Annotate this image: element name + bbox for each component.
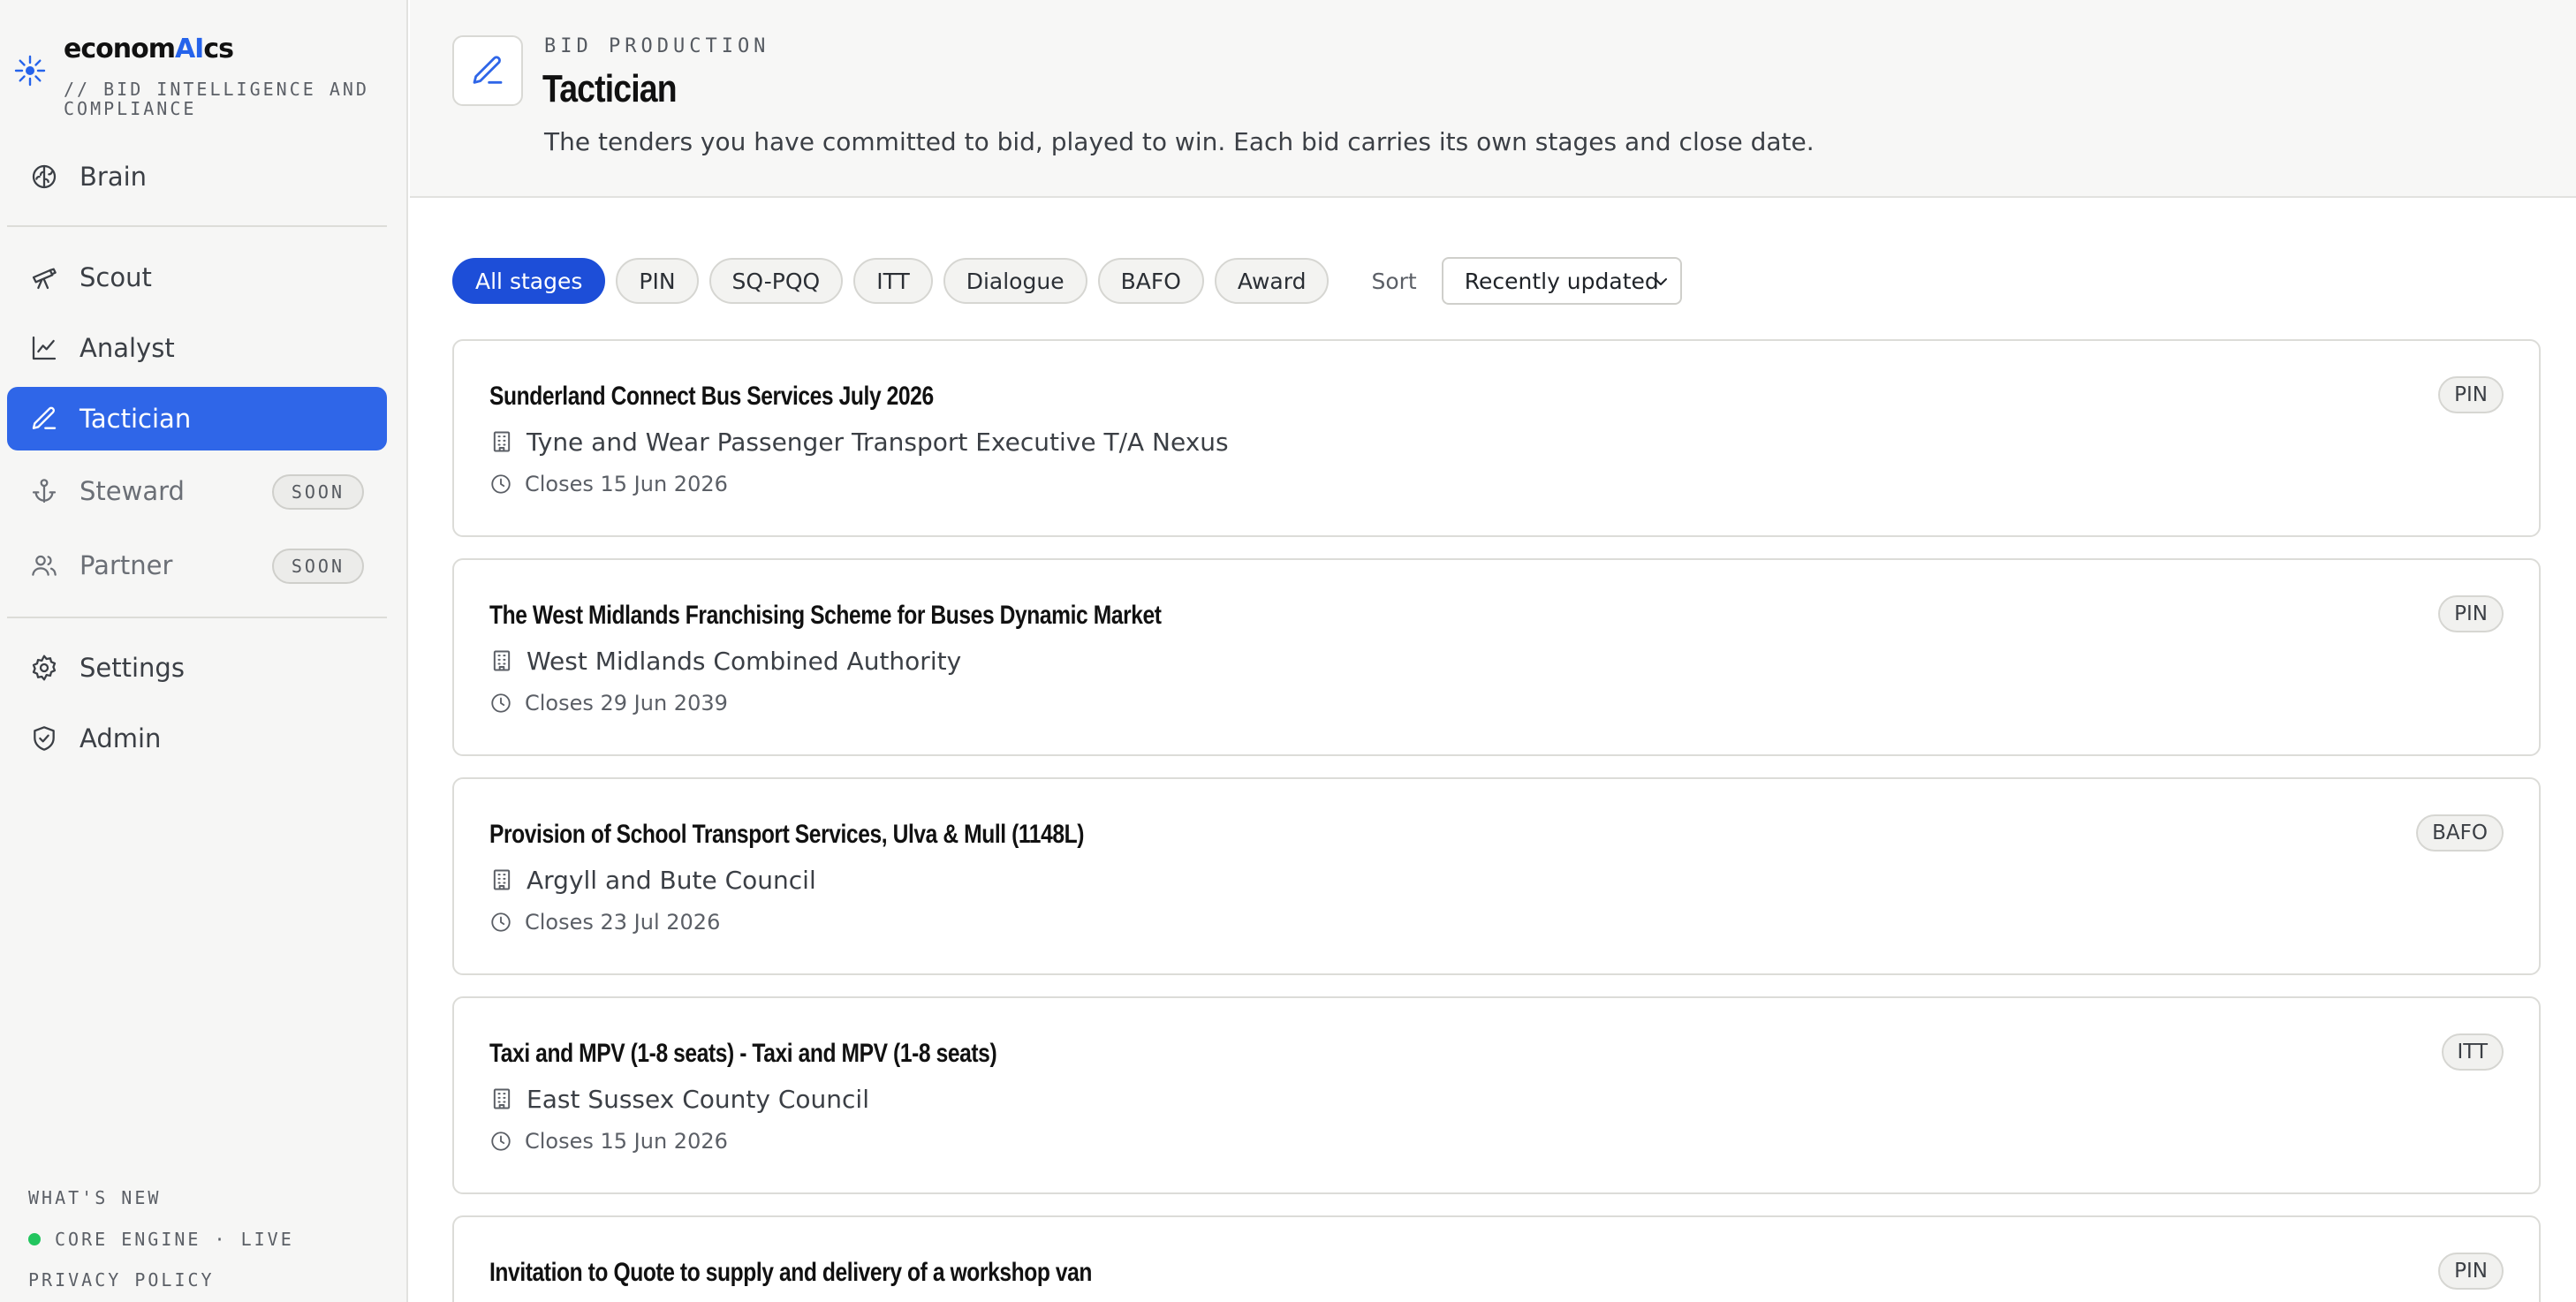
- bid-buyer: West Midlands Combined Authority: [489, 645, 961, 677]
- sidebar-item-settings[interactable]: Settings: [7, 636, 387, 700]
- bid-close-date: Closes 29 Jun 2039: [489, 689, 728, 717]
- brand-name: economAIcs: [64, 34, 234, 64]
- bid-card[interactable]: Provision of School Transport Services, …: [452, 777, 2541, 975]
- divider: [7, 617, 387, 618]
- bid-close-date: Closes 23 Jul 2026: [489, 908, 720, 936]
- page-header: BID PRODUCTION Tactician The tenders you…: [410, 0, 2576, 198]
- soon-badge: SOON: [271, 474, 364, 510]
- stage-filter-bar: All stages PIN SQ-PQQ ITT Dialogue BAFO …: [452, 256, 1682, 306]
- soon-badge: SOON: [271, 549, 364, 584]
- sidebar-item-partner[interactable]: Partner SOON: [7, 534, 387, 597]
- sidebar-item-label: Analyst: [80, 333, 175, 363]
- bid-card[interactable]: Sunderland Connect Bus Services July 202…: [452, 339, 2541, 537]
- sidebar-item-steward[interactable]: Steward SOON: [7, 459, 387, 523]
- privacy-policy-link[interactable]: PRIVACY POLICY: [28, 1269, 215, 1291]
- clock-icon: [491, 912, 511, 932]
- sidebar-item-label: Steward: [80, 476, 185, 506]
- sidebar-item-label: Settings: [80, 653, 185, 683]
- bid-card[interactable]: Taxi and MPV (1-8 seats) - Taxi and MPV …: [452, 996, 2541, 1194]
- sidebar-item-tactician[interactable]: Tactician: [7, 387, 387, 450]
- whats-new-link[interactable]: WHAT'S NEW: [28, 1187, 161, 1208]
- brain-icon: [28, 161, 60, 193]
- filter-chip-pin[interactable]: PIN: [616, 258, 699, 304]
- sidebar-item-label: Scout: [80, 262, 152, 292]
- sidebar-item-brain[interactable]: Brain: [7, 145, 387, 208]
- bid-card[interactable]: The West Midlands Franchising Scheme for…: [452, 558, 2541, 756]
- filter-chip-award[interactable]: Award: [1214, 258, 1330, 304]
- engine-status: CORE ENGINE · LIVE: [28, 1229, 294, 1250]
- clock-icon: [491, 474, 511, 494]
- brand[interactable]: economAIcs // BID INTELLIGENCE AND COMPL…: [14, 34, 403, 122]
- filter-chip-sq-pqq[interactable]: SQ-PQQ: [708, 258, 844, 304]
- line-chart-icon: [28, 332, 60, 364]
- stage-badge: PIN: [2438, 1253, 2504, 1290]
- sidebar-item-admin[interactable]: Admin: [7, 707, 387, 770]
- divider: [7, 225, 387, 227]
- brand-tagline: // BID INTELLIGENCE AND COMPLIANCE: [64, 79, 369, 119]
- bid-title: The West Midlands Franchising Scheme for…: [489, 601, 1162, 630]
- gear-icon: [28, 652, 60, 684]
- bid-title: Provision of School Transport Services, …: [489, 820, 1085, 849]
- live-status-dot: [28, 1232, 41, 1245]
- clock-icon: [491, 1132, 511, 1151]
- clock-icon: [491, 693, 511, 713]
- bid-buyer: Argyll and Bute Council: [489, 864, 816, 896]
- telescope-icon: [28, 261, 60, 293]
- filter-chip-all-stages[interactable]: All stages: [452, 258, 606, 304]
- page-title: Tactician: [542, 67, 678, 110]
- pen-icon: [452, 35, 523, 106]
- bid-title: Sunderland Connect Bus Services July 202…: [489, 382, 934, 411]
- chevron-down-icon: [1650, 271, 1671, 298]
- bid-buyer: East Sussex County Council: [489, 1083, 869, 1115]
- sort-value: Recently updated: [1464, 268, 1659, 294]
- sidebar-item-label: Brain: [80, 162, 148, 192]
- bid-close-date: Closes 15 Jun 2026: [489, 470, 728, 498]
- users-icon: [28, 549, 60, 581]
- bid-close-date: Closes 15 Jun 2026: [489, 1127, 728, 1155]
- sidebar-item-analyst[interactable]: Analyst: [7, 316, 387, 380]
- sidebar-item-label: Admin: [80, 723, 162, 753]
- sidebar-item-label: Partner: [80, 550, 173, 580]
- sidebar-item-scout[interactable]: Scout: [7, 246, 387, 309]
- stage-badge: BAFO: [2416, 814, 2504, 852]
- page-subtitle: The tenders you have committed to bid, p…: [544, 127, 1815, 156]
- filter-chip-itt[interactable]: ITT: [853, 258, 933, 304]
- pen-icon: [28, 403, 60, 435]
- building-icon: [493, 1088, 511, 1109]
- sidebar: economAIcs // BID INTELLIGENCE AND COMPL…: [0, 0, 408, 1302]
- sparkle-logo-icon: [14, 55, 46, 87]
- page-eyebrow: BID PRODUCTION: [544, 35, 770, 57]
- filter-chip-bafo[interactable]: BAFO: [1097, 258, 1204, 304]
- bid-buyer: Tyne and Wear Passenger Transport Execut…: [489, 426, 1229, 458]
- building-icon: [493, 869, 511, 890]
- filter-chip-dialogue[interactable]: Dialogue: [943, 258, 1087, 304]
- building-icon: [493, 431, 511, 452]
- bid-title: Taxi and MPV (1-8 seats) - Taxi and MPV …: [489, 1039, 997, 1068]
- stage-badge: ITT: [2441, 1033, 2504, 1071]
- bid-card[interactable]: Invitation to Quote to supply and delive…: [452, 1215, 2541, 1302]
- sidebar-item-label: Tactician: [80, 404, 192, 434]
- building-icon: [493, 650, 511, 671]
- shield-check-icon: [28, 723, 60, 754]
- sort-select[interactable]: Recently updated: [1441, 257, 1682, 305]
- anchor-icon: [28, 475, 60, 507]
- stage-badge: PIN: [2438, 595, 2504, 632]
- bid-title: Invitation to Quote to supply and delive…: [489, 1258, 1093, 1287]
- stage-badge: PIN: [2438, 376, 2504, 413]
- sort-label: Sort: [1371, 268, 1417, 294]
